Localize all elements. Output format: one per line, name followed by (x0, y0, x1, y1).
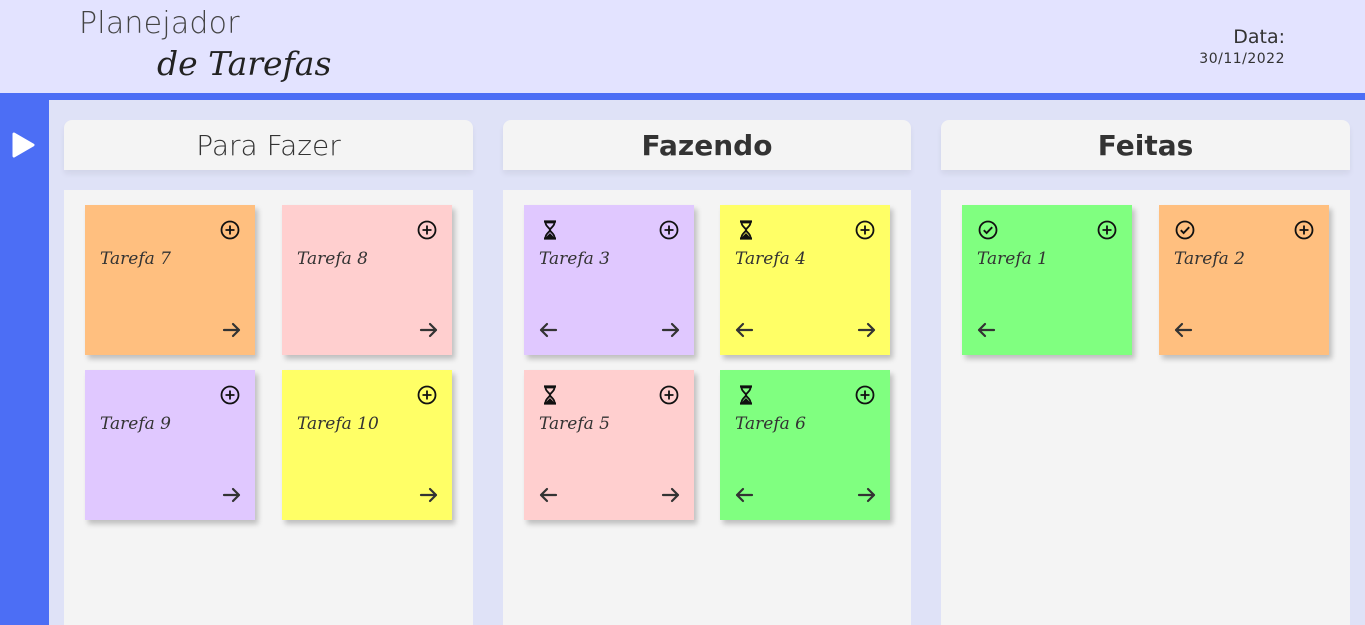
task-title: Tarefa 10 (297, 414, 379, 434)
plus-circle-icon (417, 385, 437, 405)
status-hourglass (735, 219, 757, 241)
arrow-right-icon (857, 487, 876, 503)
add-button[interactable] (1096, 219, 1118, 241)
arrow-right-icon (857, 322, 876, 338)
task-card[interactable]: Tarefa 4 (720, 205, 890, 355)
column-body-done: Tarefa 1 Tarefa 2 (941, 190, 1350, 625)
task-title: Tarefa 3 (539, 249, 610, 269)
check-circle-icon (978, 220, 998, 240)
sidebar-toggle-button[interactable] (11, 131, 37, 159)
plus-circle-icon (855, 220, 875, 240)
task-title: Tarefa 9 (100, 414, 171, 434)
arrow-right-icon (222, 487, 241, 503)
hourglass-icon (740, 220, 752, 240)
hourglass-icon (740, 385, 752, 405)
status-hourglass (539, 384, 561, 406)
arrow-left-icon (735, 487, 754, 503)
move-prev-button[interactable] (975, 319, 997, 341)
arrow-right-icon (419, 487, 438, 503)
move-prev-button[interactable] (733, 319, 755, 341)
task-card[interactable]: Tarefa 9 (85, 370, 255, 520)
task-card[interactable]: Tarefa 6 (720, 370, 890, 520)
column-header-doing: Fazendo (503, 120, 911, 170)
move-next-button[interactable] (418, 484, 440, 506)
sidebar (0, 100, 49, 625)
column-body-doing: Tarefa 3 Tarefa 4 Tarefa 5 Tarefa 6 (503, 190, 911, 625)
task-card[interactable]: Tarefa 2 (1159, 205, 1329, 355)
move-prev-button[interactable] (1172, 319, 1194, 341)
column-body-todo: Tarefa 7 Tarefa 8 Tarefa 9 Tarefa 10 (64, 190, 473, 625)
task-card[interactable]: Tarefa 8 (282, 205, 452, 355)
arrow-right-icon (661, 487, 680, 503)
move-next-button[interactable] (660, 484, 682, 506)
check-circle-icon (1175, 220, 1195, 240)
task-title: Tarefa 5 (539, 414, 610, 434)
task-title: Tarefa 7 (100, 249, 171, 269)
logo-title: Planejador (79, 6, 240, 41)
plus-circle-icon (220, 385, 240, 405)
add-button[interactable] (854, 384, 876, 406)
plus-circle-icon (417, 220, 437, 240)
move-prev-button[interactable] (537, 319, 559, 341)
task-card[interactable]: Tarefa 10 (282, 370, 452, 520)
column-title-todo: Para Fazer (196, 128, 341, 162)
play-icon (12, 132, 35, 158)
column-title-doing: Fazendo (641, 128, 773, 162)
plus-circle-icon (1097, 220, 1117, 240)
add-button[interactable] (219, 219, 241, 241)
task-card[interactable]: Tarefa 3 (524, 205, 694, 355)
hourglass-icon (544, 385, 556, 405)
task-card[interactable]: Tarefa 1 (962, 205, 1132, 355)
task-title: Tarefa 2 (1174, 249, 1245, 269)
task-title: Tarefa 6 (735, 414, 806, 434)
app-header: Planejador de Tarefas Data: 30/11/2022 (0, 0, 1365, 93)
logo-subtitle: de Tarefas (157, 44, 332, 83)
move-next-button[interactable] (221, 319, 243, 341)
move-next-button[interactable] (418, 319, 440, 341)
task-title: Tarefa 1 (977, 249, 1048, 269)
arrow-left-icon (1174, 322, 1193, 338)
status-check (1174, 219, 1196, 241)
move-next-button[interactable] (856, 319, 878, 341)
plus-circle-icon (220, 220, 240, 240)
task-title: Tarefa 4 (735, 249, 806, 269)
plus-circle-icon (1294, 220, 1314, 240)
move-next-button[interactable] (856, 484, 878, 506)
status-check (977, 219, 999, 241)
arrow-left-icon (977, 322, 996, 338)
header-divider (0, 93, 1365, 100)
arrow-left-icon (735, 322, 754, 338)
plus-circle-icon (659, 220, 679, 240)
arrow-left-icon (539, 322, 558, 338)
task-card[interactable]: Tarefa 7 (85, 205, 255, 355)
arrow-right-icon (661, 322, 680, 338)
date-value: 30/11/2022 (1199, 51, 1285, 67)
move-prev-button[interactable] (537, 484, 559, 506)
task-card[interactable]: Tarefa 5 (524, 370, 694, 520)
status-hourglass (539, 219, 561, 241)
arrow-left-icon (539, 487, 558, 503)
add-button[interactable] (1293, 219, 1315, 241)
column-title-done: Feitas (1097, 128, 1194, 162)
column-header-todo: Para Fazer (64, 120, 473, 170)
hourglass-icon (544, 220, 556, 240)
move-next-button[interactable] (660, 319, 682, 341)
add-button[interactable] (854, 219, 876, 241)
add-button[interactable] (416, 384, 438, 406)
date-label: Data: (1233, 26, 1285, 48)
add-button[interactable] (658, 384, 680, 406)
task-title: Tarefa 8 (297, 249, 368, 269)
arrow-right-icon (419, 322, 438, 338)
plus-circle-icon (855, 385, 875, 405)
plus-circle-icon (659, 385, 679, 405)
add-button[interactable] (219, 384, 241, 406)
column-header-done: Feitas (941, 120, 1350, 170)
status-hourglass (735, 384, 757, 406)
arrow-right-icon (222, 322, 241, 338)
move-next-button[interactable] (221, 484, 243, 506)
add-button[interactable] (416, 219, 438, 241)
add-button[interactable] (658, 219, 680, 241)
move-prev-button[interactable] (733, 484, 755, 506)
